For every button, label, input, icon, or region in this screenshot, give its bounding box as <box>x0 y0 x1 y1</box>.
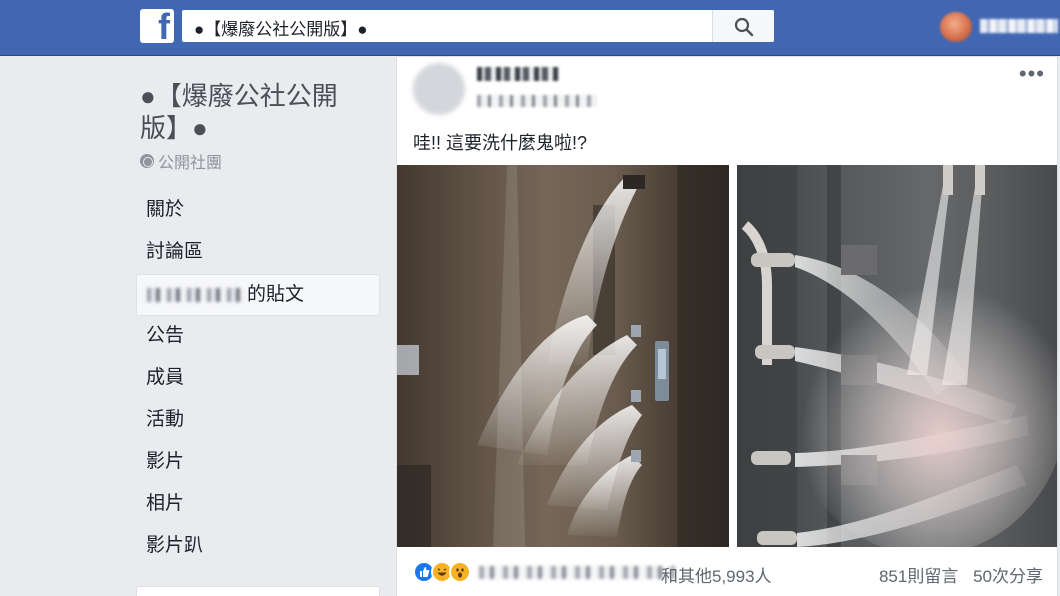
globe-icon <box>140 154 154 168</box>
top-navigation-bar: f ●【爆廢公社公開版】● <box>0 0 1060 56</box>
nav-item-about[interactable]: 關於 <box>136 190 380 232</box>
nav-item-announcements[interactable]: 公告 <box>136 316 380 358</box>
group-privacy: 公開社團 <box>140 149 222 173</box>
facebook-logo-icon[interactable]: f <box>140 9 174 45</box>
more-options-icon[interactable]: ••• <box>1019 61 1045 87</box>
author-avatar[interactable] <box>413 63 465 115</box>
shower-photo-right-art <box>736 165 1057 547</box>
group-nav: 關於 討論區 的貼文 公告 成員 活動 影片 相片 影片趴 <box>136 190 380 568</box>
search-button[interactable] <box>712 10 774 42</box>
nav-item-member-posts[interactable]: 的貼文 <box>136 274 380 316</box>
shower-photo-left[interactable] <box>397 165 729 547</box>
wow-reaction-icon[interactable] <box>449 561 471 583</box>
user-avatar[interactable] <box>940 12 972 42</box>
post-stats: 和其他5,993人 851則留言 50次分享 <box>413 559 1043 587</box>
group-title[interactable]: ●【爆廢公社公開版】● <box>140 80 370 144</box>
nav-item-discussion[interactable]: 討論區 <box>136 232 380 274</box>
nav-item-videos[interactable]: 影片 <box>136 442 380 484</box>
group-privacy-label: 公開社團 <box>158 155 223 172</box>
nav-item-events[interactable]: 活動 <box>136 400 380 442</box>
nav-item-photos[interactable]: 相片 <box>136 484 380 526</box>
reactor-names-blurred[interactable] <box>479 566 675 579</box>
search-icon <box>734 17 754 37</box>
group-search-box[interactable] <box>136 586 380 596</box>
post-card: ••• 哇!! 這要洗什麼鬼啦!? 和其他5,993人 851則留言 50次分享 <box>396 56 1058 596</box>
user-name-blurred[interactable] <box>980 19 1058 33</box>
comments-count[interactable]: 851則留言 <box>879 567 958 586</box>
engagement-counts: 851則留言 50次分享 <box>879 562 1043 587</box>
reactions-count[interactable]: 和其他5,993人 <box>661 562 772 587</box>
author-name-blurred[interactable] <box>477 67 559 81</box>
nav-item-members[interactable]: 成員 <box>136 358 380 400</box>
search-input[interactable]: ●【爆廢公社公開版】● <box>194 15 368 40</box>
shares-count[interactable]: 50次分享 <box>973 567 1043 586</box>
nav-item-watch-party[interactable]: 影片趴 <box>136 526 380 568</box>
shower-photo-right[interactable] <box>736 165 1057 547</box>
blurred-member-name <box>147 288 245 302</box>
post-photos[interactable] <box>397 165 1057 547</box>
shower-photo-left-art <box>397 165 729 547</box>
post-timestamp-blurred[interactable] <box>477 95 597 107</box>
search-bar[interactable]: ●【爆廢公社公開版】● <box>182 10 774 42</box>
post-text: 哇!! 這要洗什麼鬼啦!? <box>413 133 588 153</box>
